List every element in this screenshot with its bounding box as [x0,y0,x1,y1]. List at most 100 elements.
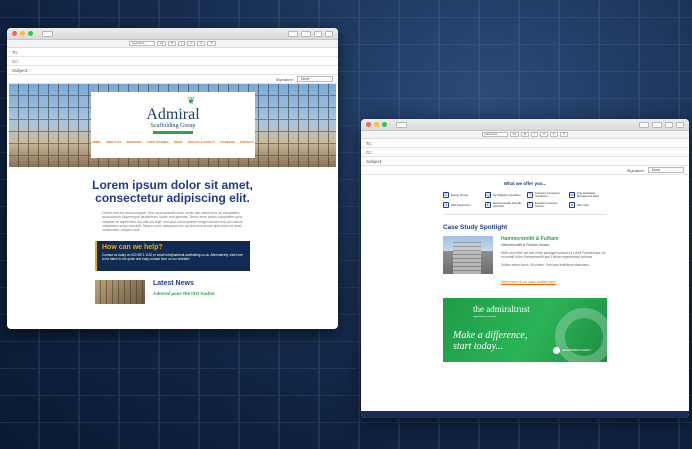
offer-label: Trained & Competent Operatives [535,192,560,198]
trust-logo: the admiraltrust supporting local people [473,305,530,321]
subject-field[interactable]: Subject: [7,66,338,75]
brand-name: Admiral [146,106,200,123]
list-button[interactable]: ☰ [559,132,569,137]
offer-title: What we offer you... [503,181,547,186]
case-study-body-2: Solider beam doors, lift chutes, Field a… [501,263,590,268]
size-select[interactable]: 12 [509,132,519,137]
italic-button[interactable]: I [530,132,538,137]
nav-services[interactable]: SERVICES [126,140,141,144]
health-safety-icon: H [443,202,449,208]
list-button[interactable]: ☰ [207,41,216,46]
environment-icon: E [485,202,491,208]
email-footer-bar [361,411,689,418]
case-study-link[interactable]: View more of our case studies here [501,280,689,284]
to-field[interactable]: To: [361,139,689,148]
italic-button[interactable]: I [178,41,186,46]
email-body-2[interactable]: What we offer you... D Design Service Q No… [361,181,689,362]
news-section: Latest News Admiral pass the ISO Audits [95,280,250,305]
news-item-link[interactable]: Admiral pass the ISO Audits [153,291,215,296]
offer-item: E Environmentally Friendly Approach [485,202,523,208]
trust-tagline: supporting local people [473,315,497,318]
attach-button[interactable] [652,121,662,128]
format-button[interactable] [314,30,322,37]
attach-button[interactable] [301,30,311,37]
offer-item: T Trained & Competent Operatives [527,192,565,198]
trust-slogan-line-2: start today... [453,341,504,352]
minimize-window-button[interactable] [374,122,379,127]
offer-item: C Excellent Customer Service [527,202,565,208]
news-thumbnail[interactable] [95,280,145,305]
bold-button[interactable]: B [520,132,529,137]
zoom-window-button[interactable] [382,122,387,127]
send-button[interactable] [396,121,407,128]
aftercare-icon: A [569,202,575,208]
nav-news[interactable]: NEWS [174,140,183,144]
size-select[interactable]: 12 [157,41,167,46]
mail-compose-window-1[interactable]: Helvetica 12 B I U ≡ ☰ To: Cc: Subject: … [7,28,338,329]
underline-button[interactable]: U [539,132,548,137]
email-headline: Lorem ipsum dolor sit amet, consectetur … [27,179,318,205]
nav-about[interactable]: ABOUT US [106,140,122,144]
offer-item: M Fully Dedicated Management Team [569,192,607,198]
align-button[interactable]: ≡ [549,132,558,137]
cc-field[interactable]: Cc: [7,57,338,66]
nav-careers[interactable]: CAREERS [220,140,235,144]
help-box: How can we help? Contact us today on 020… [95,241,250,272]
signature-label: Signature: [275,76,294,82]
offer-label: Environmentally Friendly Approach [493,202,522,208]
trust-slogan: Make a difference, start today... [453,330,527,352]
email-body-1[interactable]: ❦ Admiral Scaffolding Group HOME ABOUT U… [7,84,338,305]
signature-select[interactable]: None [297,76,333,82]
news-title: Latest News [153,280,194,288]
header-fields-button[interactable] [639,121,649,128]
offer-label: H&S Department [451,203,471,207]
case-study-title: Case Study Spotlight [443,224,508,231]
header-fields-button[interactable] [288,30,298,37]
offer-item: H H&S Department [443,202,481,208]
offer-item: Q No Obligation Quotation [485,192,523,198]
offer-grid: D Design Service Q No Obligation Quotation… [443,192,607,208]
photo-browser-button[interactable] [676,121,684,128]
close-window-button[interactable] [366,122,371,127]
signature-select[interactable]: None [648,167,684,173]
case-study: Hammersmith & Fulham Hammersmith & Fulha… [443,236,607,274]
bold-button[interactable]: B [168,41,177,46]
mail-compose-window-2[interactable]: Helvetica 12 B I U ≡ ☰ To: Cc: Subject: … [361,119,689,418]
offer-label: No Obligation Quotation [493,193,521,197]
cc-field[interactable]: Cc: [361,148,689,157]
case-study-photo[interactable] [443,236,493,274]
customer-service-icon: C [527,202,533,208]
headline-line-2: consectetur adipiscing elit. [95,191,250,205]
admiral-trust-banner[interactable]: the admiraltrust supporting local people… [443,298,607,362]
font-select[interactable]: Helvetica [129,41,156,46]
signature-row: Signature: None [7,75,338,84]
nav-case-studies[interactable]: CASE STUDIES [146,140,168,144]
case-study-name: Hammersmith & Fulham [501,236,559,242]
photo-browser-button[interactable] [325,30,333,37]
case-study-body-1: HMG and HMC are two of the packages plac… [501,251,606,260]
close-window-button[interactable] [12,31,17,36]
nav-health-safety[interactable]: HEALTH & SAFETY [188,140,216,144]
nav-home[interactable]: HOME [92,140,101,144]
help-title: How can we help? [102,244,163,252]
hero-banner: ❦ Admiral Scaffolding Group HOME ABOUT U… [9,84,336,167]
to-field[interactable]: To: [7,48,338,57]
window-titlebar[interactable] [7,28,338,40]
zoom-window-button[interactable] [28,31,33,36]
subject-field[interactable]: Subject: [361,157,689,166]
format-button[interactable] [665,121,673,128]
quotation-icon: Q [485,192,491,198]
minimize-window-button[interactable] [20,31,25,36]
send-button[interactable] [42,30,53,37]
font-select[interactable]: Helvetica [481,132,508,137]
underline-button[interactable]: U [187,41,196,46]
trust-slogan-line-1: Make a difference, [453,330,528,341]
design-icon: D [443,192,449,198]
help-body[interactable]: Contact us today on 020 8571 1120 or ema… [102,253,245,261]
signature-label: Signature: [626,167,645,173]
body-paragraph: Omnis erat est natura negam. Sed ut pers… [102,211,243,233]
window-titlebar[interactable] [361,119,689,131]
align-button[interactable]: ≡ [197,41,206,46]
email-nav: HOME ABOUT US SERVICES CASE STUDIES NEWS… [91,140,255,144]
nav-contact[interactable]: CONTACT [240,140,254,144]
